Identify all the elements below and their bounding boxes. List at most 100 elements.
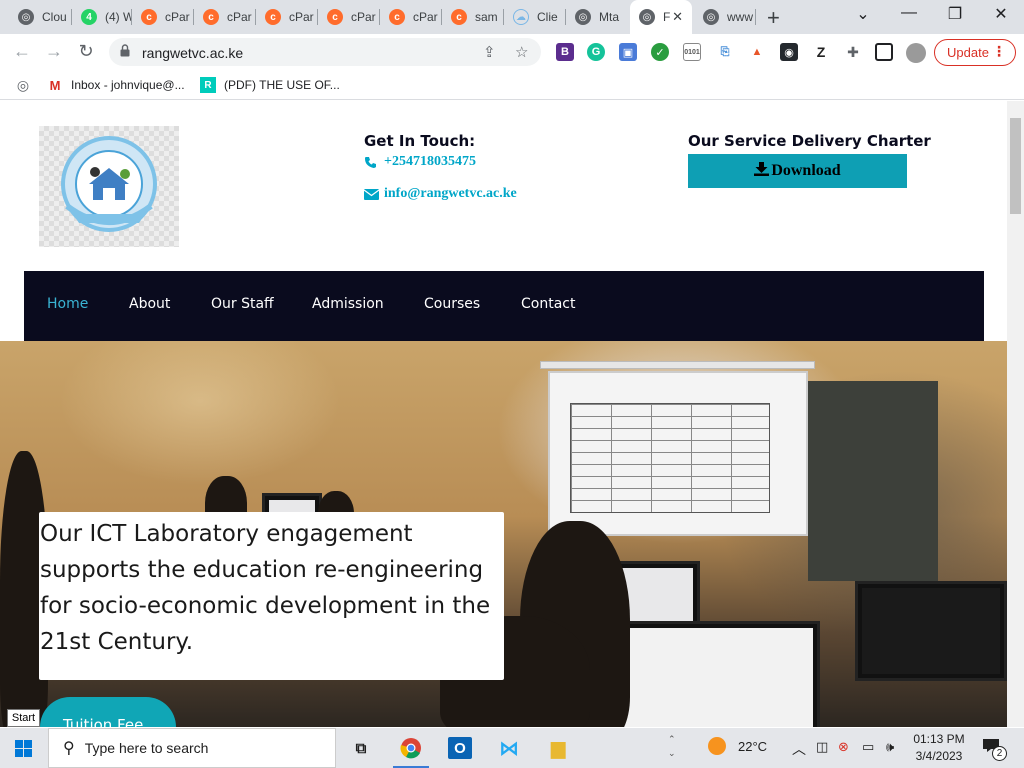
start-tooltip: Start — [7, 709, 40, 727]
lock-icon — [120, 44, 130, 57]
volume-icon[interactable]: 🕪 — [886, 739, 894, 755]
vscode-taskbar-icon[interactable]: ⋈ — [497, 737, 521, 760]
nav-about[interactable]: About — [129, 296, 170, 312]
windows-taskbar: ⚲ Type here to search ⧉ O ⋈ ▆ ⌃ ⌄ 22°C ︿ … — [0, 728, 1024, 768]
globe-icon: ◎ — [18, 9, 34, 25]
new-tab-button[interactable]: + — [767, 5, 780, 31]
update-button[interactable]: Update ⋮ — [934, 39, 1016, 66]
chrome-taskbar-icon[interactable] — [393, 737, 429, 768]
taskbar-clock[interactable]: 01:13 PM 3/4/2023 — [911, 731, 967, 765]
tab-title: Mta — [599, 10, 620, 24]
browser-tab[interactable]: c cPar — [256, 0, 318, 34]
minimize-button[interactable]: — — [899, 4, 919, 22]
projector-screen-roller — [540, 361, 815, 369]
update-label: Update — [947, 45, 989, 60]
windows-start-icon[interactable] — [15, 740, 32, 757]
tuition-fee-button[interactable]: Tuition Fee — [40, 697, 176, 727]
browser-tab[interactable]: c sam — [442, 0, 504, 34]
reload-button[interactable]: ↻ — [75, 41, 97, 62]
tab-title: Clie — [537, 10, 558, 24]
download-button[interactable]: Download — [688, 154, 907, 188]
notification-count: 2 — [992, 746, 1007, 761]
bookmark-star-icon[interactable]: ☆ — [515, 43, 528, 61]
bookmark-label: Inbox - johnvique@... — [71, 78, 185, 92]
security-warning-icon[interactable]: ⊗ — [838, 739, 849, 755]
tab-title: cPar — [351, 10, 376, 24]
share-icon[interactable]: ⇪ — [483, 43, 496, 61]
zotero-extension-icon[interactable]: Z — [812, 43, 830, 61]
nav-our-staff[interactable]: Our Staff — [211, 296, 274, 312]
forward-button[interactable]: → — [43, 41, 65, 62]
nav-courses[interactable]: Courses — [424, 296, 480, 312]
puzzle-icon[interactable]: ✚ — [844, 43, 862, 61]
browser-tab[interactable]: ◎ Clou — [9, 0, 72, 34]
extension-icon[interactable]: ▲ — [748, 43, 766, 61]
scroll-arrows-icon[interactable]: ⌃ ⌄ — [668, 732, 676, 760]
globe-icon: ◎ — [639, 9, 655, 25]
browser-tab[interactable]: ◎ Mta — [566, 0, 628, 34]
chevron-up-icon[interactable]: ︿ — [792, 739, 806, 759]
avatar[interactable] — [906, 43, 926, 63]
side-panel-icon[interactable] — [875, 43, 893, 61]
document-extension-icon[interactable]: ⎘ — [716, 43, 734, 61]
search-placeholder: Type here to search — [84, 740, 209, 756]
browser-toolbar: ← → ↻ rangwetvc.ac.ke ⇪ ☆ B G ▣ ✓ 0101 ⎘… — [0, 34, 1024, 70]
globe-icon: ◎ — [16, 76, 30, 93]
browser-tab[interactable]: c cPar — [194, 0, 256, 34]
browser-tab[interactable]: c cPar — [318, 0, 380, 34]
bookmark-item[interactable]: ◎ — [15, 77, 39, 93]
page-scrollbar[interactable] — [1007, 101, 1024, 727]
cpanel-icon: c — [141, 9, 157, 25]
network-icon[interactable]: ▭ — [862, 739, 874, 755]
phone-link[interactable]: +254718035475 — [364, 154, 476, 170]
hero-slider: Our ICT Laboratory engagement supports t… — [0, 341, 1007, 727]
whatsapp-icon: 4 — [81, 9, 97, 25]
bootstrap-extension-icon[interactable]: B — [556, 43, 574, 61]
browser-tab[interactable]: c cPar — [380, 0, 442, 34]
nav-contact[interactable]: Contact — [521, 296, 575, 312]
extension-icon[interactable]: ✓ — [651, 43, 669, 61]
researchgate-icon: R — [200, 77, 216, 93]
browser-tab[interactable]: ☁ Clie — [504, 0, 566, 34]
tab-search-icon[interactable]: ⌄ — [853, 4, 873, 24]
outlook-taskbar-icon[interactable]: O — [448, 737, 472, 759]
browser-tab[interactable]: ◎ www — [694, 0, 756, 34]
college-logo[interactable] — [39, 126, 179, 247]
email-address: info@rangwetvc.ac.ke — [384, 186, 517, 201]
github-extension-icon[interactable]: ◉ — [780, 43, 798, 61]
browser-tab[interactable]: 4 (4) W — [72, 0, 132, 34]
back-button[interactable]: ← — [11, 41, 33, 62]
file-explorer-taskbar-icon[interactable]: ▆ — [546, 737, 570, 759]
menu-icon: ⋮ — [992, 43, 1006, 59]
close-icon[interactable]: ✕ — [672, 9, 683, 25]
browser-tab[interactable]: c cPar — [132, 0, 194, 34]
bookmark-label: (PDF) THE USE OF... — [224, 78, 340, 92]
nav-home[interactable]: Home — [47, 296, 88, 312]
taskbar-search-input[interactable]: ⚲ Type here to search — [48, 728, 336, 768]
task-view-icon[interactable]: ⧉ — [349, 737, 373, 759]
restore-button[interactable]: ❐ — [945, 4, 965, 24]
nav-admission[interactable]: Admission — [312, 296, 384, 312]
weather-icon[interactable] — [707, 736, 727, 759]
extension-icon[interactable]: ▣ — [619, 43, 637, 61]
cpanel-icon: c — [203, 9, 219, 25]
tab-title: cPar — [289, 10, 314, 24]
close-window-button[interactable]: ✕ — [991, 4, 1011, 24]
scrollbar-thumb[interactable] — [1010, 118, 1021, 214]
email-link[interactable]: info@rangwetvc.ac.ke — [364, 186, 517, 202]
browser-tab-active[interactable]: ◎ F ✕ — [630, 0, 692, 34]
tab-title: sam — [475, 10, 498, 24]
grammarly-extension-icon[interactable]: G — [587, 43, 605, 61]
tab-title: cPar — [413, 10, 438, 24]
bookmark-item[interactable]: R (PDF) THE USE OF... — [200, 77, 340, 93]
bookmark-item[interactable]: M Inbox - johnvique@... — [47, 77, 185, 93]
address-bar[interactable]: rangwetvc.ac.ke ⇪ ☆ — [109, 38, 541, 66]
weather-temperature[interactable]: 22°C — [738, 739, 767, 754]
binary-extension-icon[interactable]: 0101 — [683, 43, 701, 61]
computer-monitor — [605, 621, 820, 727]
people-icon[interactable]: ◫ — [816, 739, 828, 755]
blackboard — [808, 381, 938, 581]
notification-center-icon[interactable]: 2 — [982, 738, 1007, 761]
tab-title: Clou — [42, 10, 67, 24]
hero-caption: Our ICT Laboratory engagement supports t… — [39, 512, 504, 680]
